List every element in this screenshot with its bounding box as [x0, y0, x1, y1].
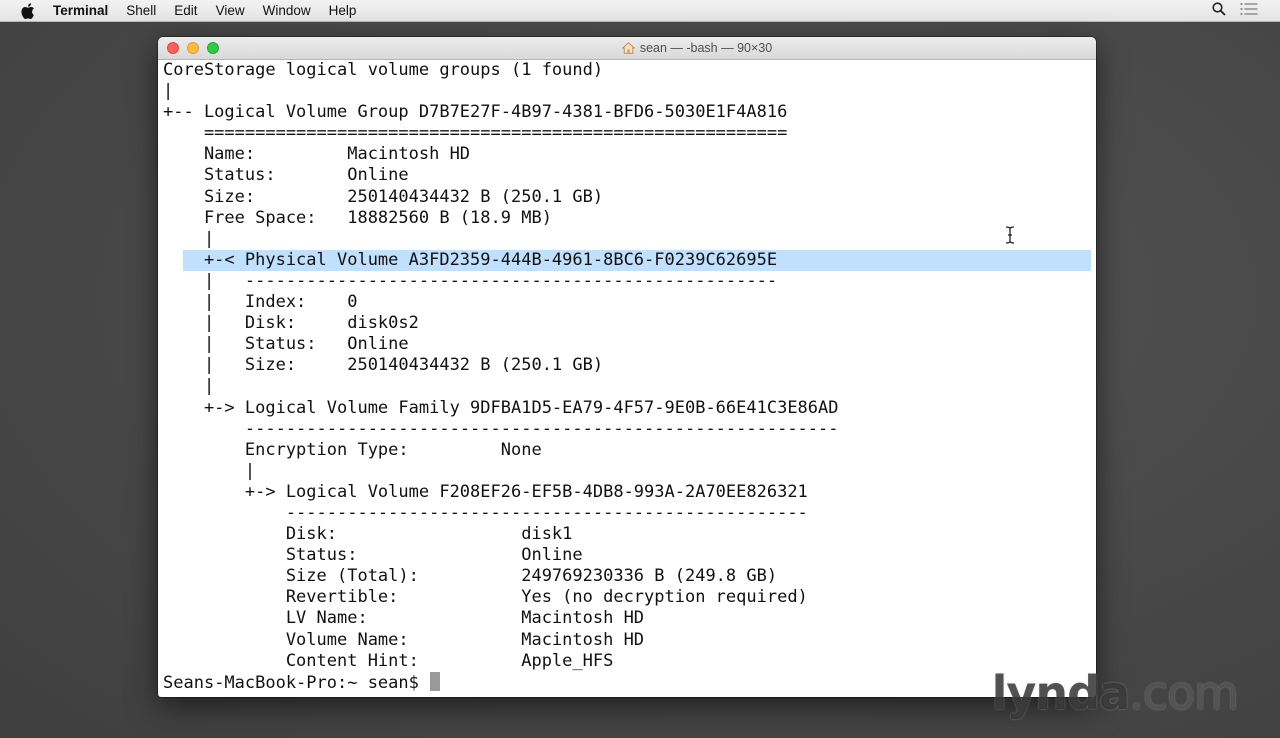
terminal-line-text: ----------------------------------------…	[163, 502, 808, 523]
terminal-line-text: |	[163, 81, 174, 102]
spotlight-search-icon[interactable]	[1212, 2, 1226, 19]
terminal-line-text: Content Hint: Apple_HFS	[163, 650, 614, 671]
terminal-line: LV Name: Macintosh HD	[163, 608, 1096, 629]
terminal-line-text: |	[163, 460, 256, 481]
terminal-line-text: CoreStorage logical volume groups (1 fou…	[163, 60, 604, 80]
terminal-line-text: +-> Logical Volume Family 9DFBA1D5-EA79-…	[163, 397, 839, 418]
menu-bar: Terminal Shell Edit View Window Help	[0, 0, 1280, 22]
terminal-line: | --------------------------------------…	[163, 271, 1096, 292]
menu-help[interactable]: Help	[329, 3, 357, 18]
terminal-line-selected: +-< Physical Volume A3FD2359-444B-4961-8…	[163, 249, 1096, 272]
terminal-line: Content Hint: Apple_HFS	[163, 651, 1096, 672]
terminal-line-text: Size (Total): 249769230336 B (249.8 GB)	[163, 566, 778, 587]
shell-prompt: Seans-MacBook-Pro:~ sean$	[163, 672, 430, 693]
terminal-line-text: LV Name: Macintosh HD	[163, 608, 645, 629]
terminal-line: +-- Logical Volume Group D7B7E27F-4B97-4…	[163, 102, 1096, 123]
terminal-line: Free Space: 18882560 B (18.9 MB)	[163, 208, 1096, 229]
terminal-line-text: | Index: 0	[163, 292, 358, 313]
terminal-line-text: Status: Online	[163, 165, 409, 186]
watermark-brand: lynda	[991, 666, 1130, 720]
terminal-line: |	[163, 81, 1096, 102]
lynda-watermark: lynda.com	[991, 666, 1239, 720]
ibeam-cursor-icon	[1005, 226, 1015, 249]
terminal-line-text: | Disk: disk0s2	[163, 313, 419, 334]
terminal-line: Revertible: Yes (no decryption required)	[163, 587, 1096, 608]
terminal-line-text: Status: Online	[163, 545, 583, 566]
terminal-line: | Index: 0	[163, 292, 1096, 313]
terminal-line: |	[163, 229, 1096, 250]
terminal-line: |	[163, 461, 1096, 482]
notification-center-icon[interactable]	[1240, 2, 1258, 19]
terminal-line: Size (Total): 249769230336 B (249.8 GB)	[163, 566, 1096, 587]
terminal-line: Encryption Type: None	[163, 440, 1096, 461]
terminal-line: | Status: Online	[163, 334, 1096, 355]
terminal-line-text: ----------------------------------------…	[163, 418, 839, 439]
terminal-window: sean — -bash — 90×30 CoreStorage logical…	[158, 37, 1096, 697]
menu-app-terminal[interactable]: Terminal	[53, 3, 108, 18]
terminal-line: ----------------------------------------…	[163, 419, 1096, 440]
terminal-line-text: +-< Physical Volume A3FD2359-444B-4961-8…	[163, 249, 778, 270]
terminal-line-text: | Size: 250140434432 B (250.1 GB)	[163, 355, 604, 376]
terminal-line-text: Name: Macintosh HD	[163, 144, 471, 165]
terminal-line-text: |	[163, 228, 215, 249]
terminal-line: Volume Name: Macintosh HD	[163, 630, 1096, 651]
shell-prompt-line[interactable]: Seans-MacBook-Pro:~ sean$	[163, 671, 1096, 693]
terminal-line: Status: Online	[163, 165, 1096, 186]
terminal-line-text: +-- Logical Volume Group D7B7E27F-4B97-4…	[163, 102, 788, 123]
terminal-line-text: Free Space: 18882560 B (18.9 MB)	[163, 207, 552, 228]
menu-view[interactable]: View	[216, 3, 245, 18]
terminal-line: Size: 250140434432 B (250.1 GB)	[163, 187, 1096, 208]
menu-edit[interactable]: Edit	[174, 3, 197, 18]
terminal-line-text: Volume Name: Macintosh HD	[163, 629, 645, 650]
text-cursor	[430, 671, 441, 691]
terminal-line: |	[163, 376, 1096, 397]
terminal-line-text: | Status: Online	[163, 334, 409, 355]
menu-shell[interactable]: Shell	[126, 3, 156, 18]
terminal-line-text: Encryption Type: None	[163, 439, 542, 460]
terminal-line-text: Disk: disk1	[163, 524, 573, 545]
terminal-line: +-> Logical Volume F208EF26-EF5B-4DB8-99…	[163, 482, 1096, 503]
terminal-line-text: |	[163, 376, 215, 397]
terminal-output[interactable]: CoreStorage logical volume groups (1 fou…	[158, 60, 1096, 697]
terminal-line-text: Size: 250140434432 B (250.1 GB)	[163, 186, 604, 207]
terminal-line-text: Revertible: Yes (no decryption required)	[163, 587, 808, 608]
terminal-line: | Size: 250140434432 B (250.1 GB)	[163, 355, 1096, 376]
window-titlebar[interactable]: sean — -bash — 90×30	[158, 37, 1096, 60]
terminal-line: ----------------------------------------…	[163, 503, 1096, 524]
terminal-line: Status: Online	[163, 545, 1096, 566]
watermark-suffix: .com	[1129, 666, 1239, 720]
terminal-line-text: +-> Logical Volume F208EF26-EF5B-4DB8-99…	[163, 481, 808, 502]
terminal-line-text: ========================================…	[163, 123, 788, 144]
terminal-line: +-> Logical Volume Family 9DFBA1D5-EA79-…	[163, 398, 1096, 419]
apple-menu-icon[interactable]	[20, 2, 36, 19]
menu-window[interactable]: Window	[263, 3, 311, 18]
terminal-line: CoreStorage logical volume groups (1 fou…	[163, 60, 1096, 81]
terminal-line: ========================================…	[163, 123, 1096, 144]
terminal-line: Name: Macintosh HD	[163, 144, 1096, 165]
window-title: sean — -bash — 90×30	[158, 37, 1096, 59]
terminal-line: | Disk: disk0s2	[163, 313, 1096, 334]
terminal-line: Disk: disk1	[163, 524, 1096, 545]
home-icon	[621, 42, 635, 54]
window-title-text: sean — -bash — 90×30	[639, 41, 773, 55]
terminal-line-text: | --------------------------------------…	[163, 270, 778, 291]
